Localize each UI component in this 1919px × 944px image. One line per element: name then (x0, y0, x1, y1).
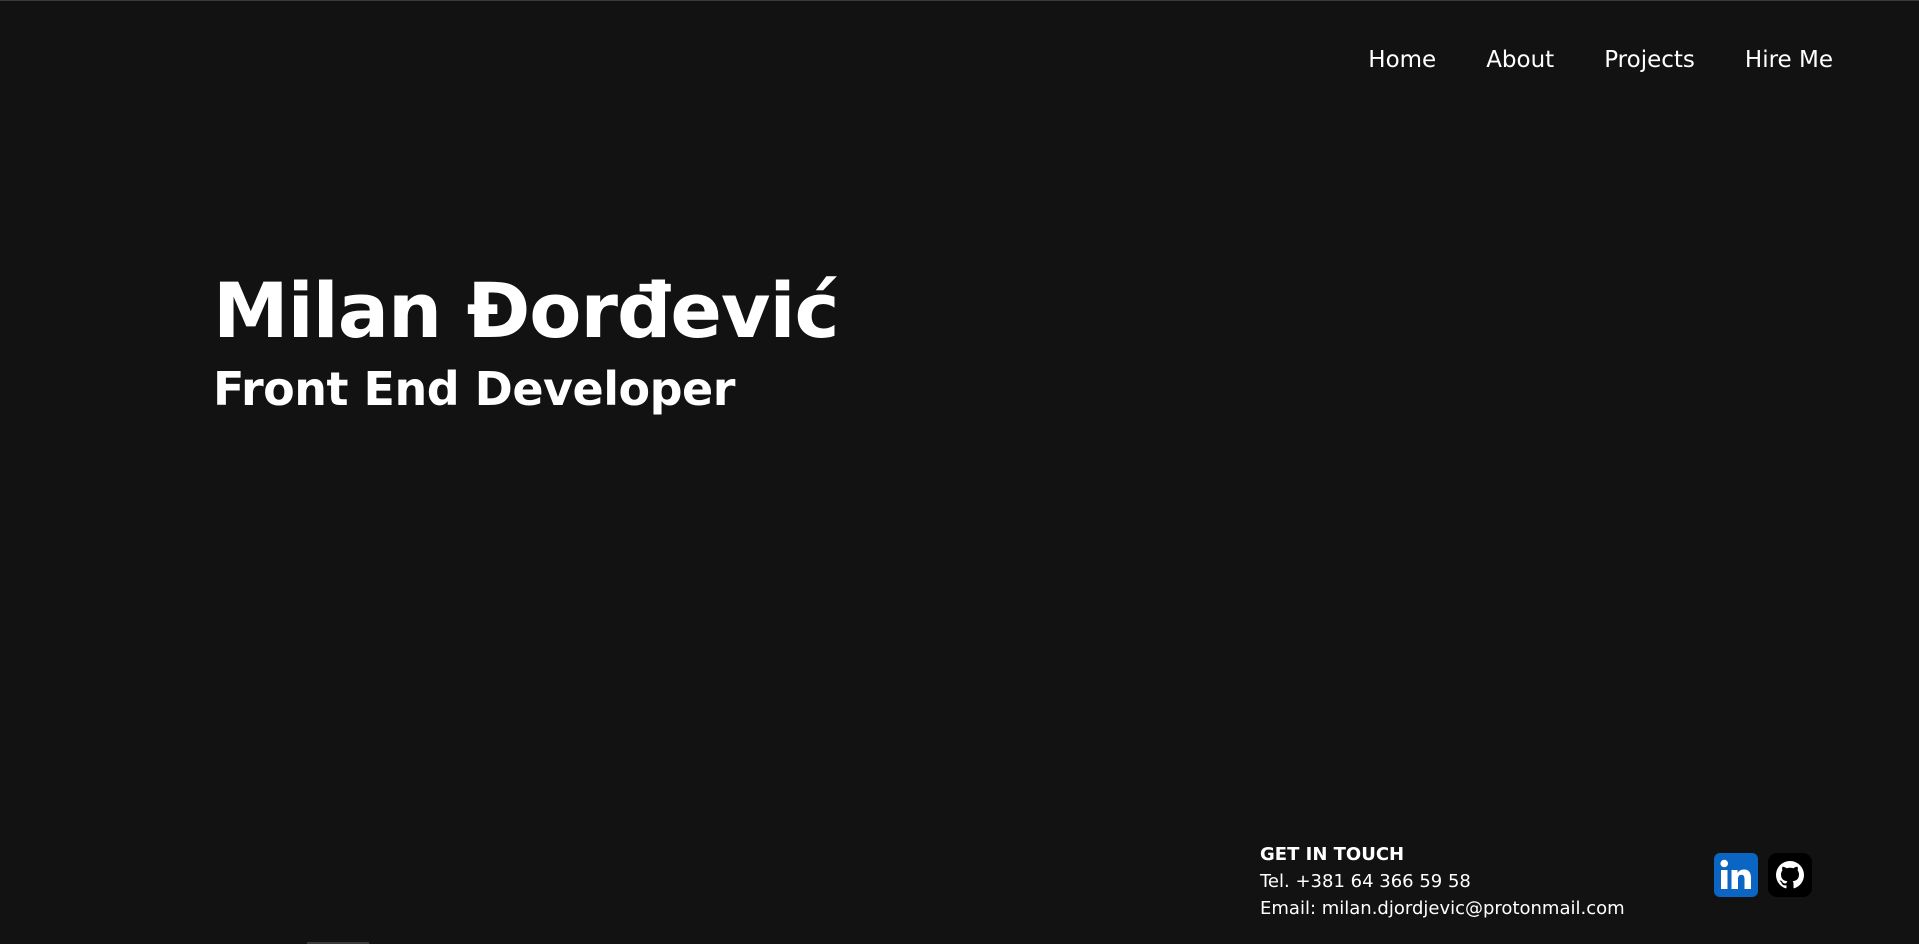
hero-role: Front End Developer (213, 362, 735, 416)
contact-info: GET IN TOUCH Tel. +381 64 366 59 58 Emai… (1260, 841, 1625, 922)
contact-heading: GET IN TOUCH (1260, 844, 1405, 865)
page: Home About Projects Hire Me Milan Đorđev… (0, 0, 1919, 944)
main-nav: Home About Projects Hire Me (1368, 47, 1833, 73)
nav-projects-link[interactable]: Projects (1604, 47, 1695, 73)
nav-about-link[interactable]: About (1486, 47, 1554, 73)
hero-name: Milan Đorđević (213, 266, 840, 355)
contact-phone: Tel. +381 64 366 59 58 (1260, 871, 1471, 892)
contact-email: Email: milan.djordjevic@protonmail.com (1260, 898, 1625, 919)
github-link[interactable] (1768, 853, 1812, 897)
nav-home-link[interactable]: Home (1368, 47, 1436, 73)
nav-hire-me-link[interactable]: Hire Me (1745, 47, 1833, 73)
hero-section: Milan Đorđević Front End Developer (213, 263, 840, 419)
linkedin-icon (1714, 853, 1758, 897)
github-icon (1768, 853, 1812, 897)
linkedin-link[interactable] (1714, 853, 1758, 897)
social-links (1714, 853, 1812, 897)
